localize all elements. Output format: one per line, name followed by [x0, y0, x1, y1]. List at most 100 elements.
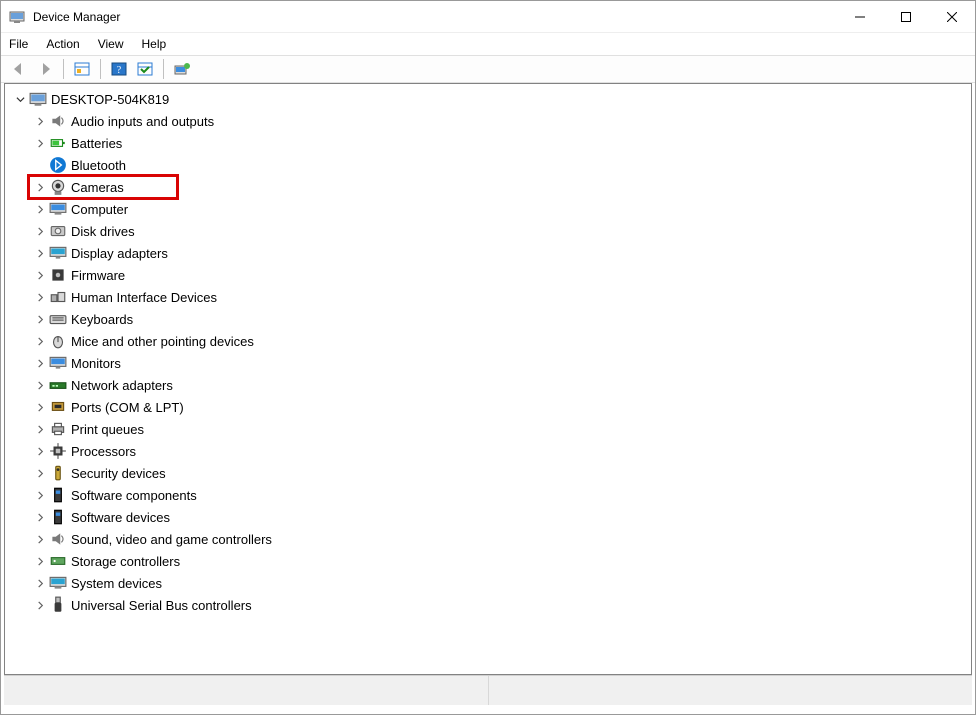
tree-node-label: Security devices	[71, 466, 166, 481]
chevron-right-icon[interactable]	[33, 359, 47, 368]
menu-file[interactable]: File	[9, 37, 28, 51]
forward-button[interactable]	[33, 58, 57, 80]
menu-action[interactable]: Action	[46, 37, 79, 51]
tree-node[interactable]: Bluetooth	[5, 154, 971, 176]
toolbar: ?	[1, 55, 975, 83]
chevron-right-icon[interactable]	[33, 117, 47, 126]
maximize-button[interactable]	[883, 1, 929, 33]
firmware-icon	[49, 267, 67, 283]
tree-node[interactable]: Software components	[5, 484, 971, 506]
tree-node-label: Ports (COM & LPT)	[71, 400, 184, 415]
disk-icon	[49, 223, 67, 239]
tree-node[interactable]: Computer	[5, 198, 971, 220]
tree-node-label: Firmware	[71, 268, 125, 283]
chevron-right-icon[interactable]	[33, 491, 47, 500]
tree-node[interactable]: Cameras	[5, 176, 971, 198]
tree-node-label: Network adapters	[71, 378, 173, 393]
swdev-icon	[49, 509, 67, 525]
speaker-icon	[49, 113, 67, 129]
printer-icon	[49, 421, 67, 437]
tree-node[interactable]: Print queues	[5, 418, 971, 440]
tree-node[interactable]: Firmware	[5, 264, 971, 286]
display-icon	[49, 245, 67, 261]
device-tree[interactable]: DESKTOP-504K819 Audio inputs and outputs…	[4, 83, 972, 675]
menu-help[interactable]: Help	[142, 37, 167, 51]
chevron-right-icon[interactable]	[33, 601, 47, 610]
chevron-right-icon[interactable]	[33, 403, 47, 412]
tree-node[interactable]: Display adapters	[5, 242, 971, 264]
chevron-right-icon[interactable]	[33, 293, 47, 302]
tree-node-label: Audio inputs and outputs	[71, 114, 214, 129]
tree-node[interactable]: Keyboards	[5, 308, 971, 330]
storage-icon	[49, 553, 67, 569]
toolbar-separator	[163, 59, 164, 79]
keyboard-icon	[49, 311, 67, 327]
port-icon	[49, 399, 67, 415]
chevron-right-icon[interactable]	[33, 205, 47, 214]
tree-node-label: Sound, video and game controllers	[71, 532, 272, 547]
chevron-right-icon[interactable]	[33, 535, 47, 544]
security-icon	[49, 465, 67, 481]
close-button[interactable]	[929, 1, 975, 33]
tree-node[interactable]: Audio inputs and outputs	[5, 110, 971, 132]
tree-node[interactable]: Universal Serial Bus controllers	[5, 594, 971, 616]
chevron-right-icon[interactable]	[33, 315, 47, 324]
chevron-right-icon[interactable]	[33, 469, 47, 478]
chevron-right-icon[interactable]	[33, 271, 47, 280]
app-icon	[9, 9, 25, 25]
chevron-right-icon[interactable]	[33, 513, 47, 522]
chevron-right-icon[interactable]	[33, 227, 47, 236]
tree-node[interactable]: Ports (COM & LPT)	[5, 396, 971, 418]
tree-node-label: Keyboards	[71, 312, 133, 327]
tree-node-label: Mice and other pointing devices	[71, 334, 254, 349]
menu-view[interactable]: View	[98, 37, 124, 51]
tree-node-label: Disk drives	[71, 224, 135, 239]
computer-icon	[49, 201, 67, 217]
chevron-right-icon[interactable]	[33, 447, 47, 456]
show-hide-console-button[interactable]	[70, 58, 94, 80]
camera-icon	[49, 179, 67, 195]
properties-button[interactable]	[170, 58, 194, 80]
chevron-right-icon[interactable]	[33, 183, 47, 192]
status-bar	[4, 675, 972, 705]
tree-node-label: Computer	[71, 202, 128, 217]
tree-node-label: Batteries	[71, 136, 122, 151]
tree-node-label: Monitors	[71, 356, 121, 371]
tree-node[interactable]: Software devices	[5, 506, 971, 528]
tree-node[interactable]: Sound, video and game controllers	[5, 528, 971, 550]
tree-node[interactable]: Mice and other pointing devices	[5, 330, 971, 352]
tree-node-label: Human Interface Devices	[71, 290, 217, 305]
minimize-button[interactable]	[837, 1, 883, 33]
chevron-right-icon[interactable]	[33, 557, 47, 566]
tree-node[interactable]: Processors	[5, 440, 971, 462]
help-button[interactable]: ?	[107, 58, 131, 80]
chevron-right-icon[interactable]	[33, 139, 47, 148]
tree-node-label: Universal Serial Bus controllers	[71, 598, 252, 613]
tree-node[interactable]: Network adapters	[5, 374, 971, 396]
system-icon	[49, 575, 67, 591]
tree-node-label: System devices	[71, 576, 162, 591]
tree-node[interactable]: Disk drives	[5, 220, 971, 242]
chevron-right-icon[interactable]	[33, 337, 47, 346]
tree-node[interactable]: System devices	[5, 572, 971, 594]
tree-root-label: DESKTOP-504K819	[51, 92, 169, 107]
tree-root[interactable]: DESKTOP-504K819	[5, 88, 971, 110]
usb-icon	[49, 597, 67, 613]
tree-node[interactable]: Human Interface Devices	[5, 286, 971, 308]
scan-hardware-button[interactable]	[133, 58, 157, 80]
tree-node[interactable]: Batteries	[5, 132, 971, 154]
chevron-right-icon[interactable]	[33, 249, 47, 258]
back-button[interactable]	[7, 58, 31, 80]
tree-node[interactable]: Storage controllers	[5, 550, 971, 572]
chevron-right-icon[interactable]	[33, 425, 47, 434]
chevron-down-icon[interactable]	[13, 95, 27, 104]
tree-node[interactable]: Monitors	[5, 352, 971, 374]
tree-node[interactable]: Security devices	[5, 462, 971, 484]
menu-bar: File Action View Help	[1, 33, 975, 55]
tree-node-label: Display adapters	[71, 246, 168, 261]
chevron-right-icon[interactable]	[33, 579, 47, 588]
battery-icon	[49, 135, 67, 151]
tree-node-label: Processors	[71, 444, 136, 459]
hid-icon	[49, 289, 67, 305]
chevron-right-icon[interactable]	[33, 381, 47, 390]
